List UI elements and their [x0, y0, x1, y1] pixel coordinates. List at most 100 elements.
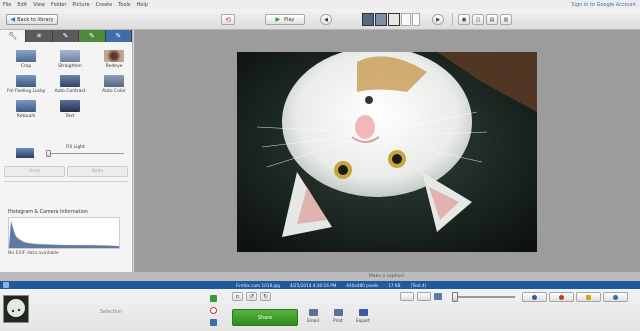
clear-icon[interactable]: [209, 307, 217, 314]
redeye-tool[interactable]: Redeye: [94, 50, 134, 69]
tray-thumbnail[interactable]: [3, 295, 29, 323]
share-button[interactable]: Share: [232, 309, 298, 326]
caption-bar[interactable]: Make a caption!: [134, 272, 640, 281]
tool-label: Retouch: [16, 114, 36, 119]
tray-right-icons: [522, 292, 628, 302]
undo-redo-row: Undo Redo: [4, 166, 128, 177]
filmstrip-thumb[interactable]: [362, 13, 374, 26]
tray-select-button[interactable]: ▫: [232, 292, 243, 301]
tuning-icon: ✳︎: [36, 32, 43, 40]
retouch-tool[interactable]: Retouch: [6, 100, 46, 119]
edit-tabs: 🔧︎ ✳︎ ✎ ✎ ✎: [0, 30, 133, 42]
retouch-icon: [16, 100, 36, 112]
info-button[interactable]: [603, 292, 628, 302]
menu-view[interactable]: View: [33, 2, 45, 8]
menu-file[interactable]: File: [3, 2, 11, 8]
play-slideshow-button[interactable]: ▶ Play: [265, 14, 305, 25]
view-compare-icon: ◫: [475, 16, 481, 23]
tray-side-icons: [207, 295, 219, 326]
menu-picture[interactable]: Picture: [72, 2, 89, 8]
image-dimensions: 640x480 pixels: [346, 282, 379, 288]
redo-button[interactable]: Redo: [67, 166, 128, 177]
menu-tools[interactable]: Tools: [118, 2, 130, 8]
cat-thumbnail-image: [4, 296, 28, 322]
view-people-icon: ▥: [503, 16, 509, 23]
sign-in-link[interactable]: Sign in to Google Account: [571, 2, 636, 8]
file-date: 4/25/2014 4:30:16 PM: [289, 282, 337, 288]
view-mode-button[interactable]: ◫: [472, 14, 484, 25]
menu-edit[interactable]: Edit: [17, 2, 27, 8]
text-tool[interactable]: Text: [50, 100, 90, 119]
previous-photo-button[interactable]: ◀: [320, 14, 332, 25]
wrench-icon: 🔧︎: [8, 32, 18, 40]
add-to-album-icon[interactable]: [209, 319, 217, 326]
rotate-right-button[interactable]: ↻: [260, 292, 271, 301]
back-to-library-button[interactable]: ◀ Back to library: [6, 14, 58, 25]
fill-light-slider-handle[interactable]: [46, 150, 51, 157]
tab-more-effects[interactable]: ✎: [79, 30, 106, 42]
crop-tool[interactable]: Crop: [6, 50, 46, 69]
email-icon: [308, 309, 318, 316]
view-mode-button[interactable]: ▤: [486, 14, 498, 25]
filmstrip-thumb-current[interactable]: [388, 13, 400, 26]
view-full-icon: ▤: [489, 16, 495, 23]
next-photo-button[interactable]: ▶: [432, 14, 444, 25]
view-mode-button[interactable]: ▣: [458, 14, 470, 25]
view-mode-button[interactable]: ▥: [500, 14, 512, 25]
brush-icon: ✎: [62, 32, 69, 40]
crop-icon: [16, 50, 36, 62]
people-button[interactable]: [522, 292, 547, 302]
zoom-small-icon: [434, 293, 442, 300]
hold-icon[interactable]: [209, 295, 217, 302]
menu-help[interactable]: Help: [137, 2, 148, 8]
tab-extra-effects[interactable]: ✎: [105, 30, 133, 42]
upload-icon[interactable]: [3, 282, 9, 288]
rotate-left-button[interactable]: ↺: [246, 292, 257, 301]
tool-label: Crop: [20, 64, 32, 69]
edit-panel: 🔧︎ ✳︎ ✎ ✎ ✎ Crop Straighten Redeye I'm F…: [0, 30, 133, 282]
tab-effects[interactable]: ✎: [53, 30, 80, 42]
tab-basic-fixes[interactable]: 🔧︎: [0, 30, 27, 42]
person-icon: [532, 294, 537, 300]
print-button[interactable]: Print: [327, 309, 349, 323]
fill-light-slider-track[interactable]: [46, 153, 124, 154]
tab-tuning[interactable]: ✳︎: [26, 30, 53, 42]
zoom-slider-handle[interactable]: [452, 292, 458, 302]
filmstrip-thumb[interactable]: [401, 13, 411, 26]
redeye-icon: [104, 50, 124, 62]
feeling-lucky-tool[interactable]: I'm Feeling Lucky: [6, 75, 46, 94]
auto-contrast-tool[interactable]: Auto Contrast: [50, 75, 90, 94]
auto-color-tool[interactable]: Auto Color: [94, 75, 134, 94]
back-arrow-icon: ◀: [10, 16, 16, 23]
selection-label: Selection: [100, 310, 123, 315]
previous-arrow-icon: ◀: [324, 16, 328, 23]
more-effects-brush-icon: ✎: [115, 32, 122, 40]
email-label: Email: [307, 318, 319, 323]
tool-label: I'm Feeling Lucky: [6, 89, 46, 94]
fit-view-button[interactable]: [400, 292, 414, 301]
tool-label: Auto Contrast: [54, 89, 86, 94]
next-arrow-icon: ▶: [436, 16, 440, 23]
zoom-slider-track[interactable]: [455, 296, 515, 298]
effects-brush-icon: ✎: [88, 32, 95, 40]
photo-canvas: [134, 30, 640, 272]
export-icon: [358, 309, 368, 316]
rotate-share-button[interactable]: ⟲: [221, 14, 235, 25]
filmstrip-thumb[interactable]: [412, 13, 420, 26]
email-button[interactable]: Email: [302, 309, 324, 323]
straighten-tool[interactable]: Straighten: [50, 50, 90, 69]
straighten-icon: [60, 50, 80, 62]
actual-size-button[interactable]: [417, 292, 431, 301]
view-single-icon: ▣: [461, 16, 467, 23]
undo-button[interactable]: Undo: [4, 166, 65, 177]
tags-button[interactable]: [576, 292, 601, 302]
export-button[interactable]: Export: [352, 309, 374, 323]
filmstrip-thumb[interactable]: [375, 13, 387, 26]
tool-label: Text: [65, 114, 75, 119]
photo[interactable]: [237, 52, 537, 252]
menu-folder[interactable]: Folder: [51, 2, 66, 8]
menu-create[interactable]: Create: [96, 2, 113, 8]
print-label: Print: [333, 318, 343, 323]
back-to-library-label: Back to library: [17, 16, 54, 23]
places-button[interactable]: [549, 292, 574, 302]
